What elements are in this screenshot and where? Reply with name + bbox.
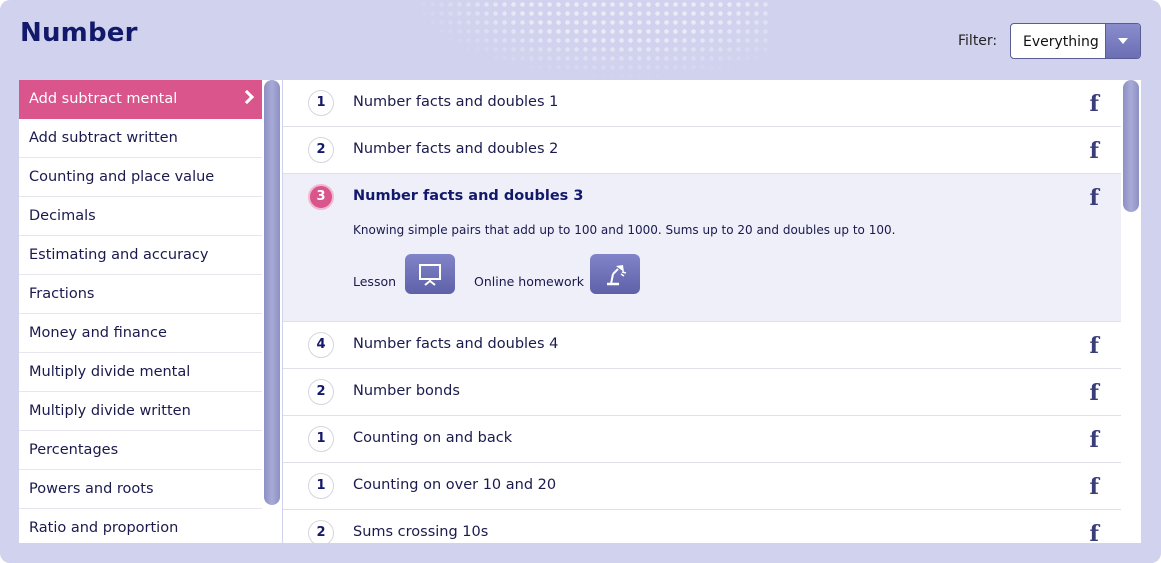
chevron-down-icon[interactable]: [1105, 24, 1140, 58]
sidebar-item-percentages[interactable]: Percentages: [19, 431, 262, 470]
list-item[interactable]: 2 Sums crossing 10s f: [283, 510, 1121, 543]
list-item-title: Number facts and doubles 1: [353, 94, 559, 110]
facebook-icon[interactable]: f: [1090, 185, 1099, 211]
sidebar-item-ratio-proportion[interactable]: Ratio and proportion: [19, 509, 262, 543]
level-badge: 1: [308, 90, 334, 116]
facebook-icon[interactable]: f: [1090, 91, 1099, 117]
sidebar-item-label: Multiply divide written: [29, 403, 191, 419]
sidebar-item-label: Counting and place value: [29, 169, 215, 185]
sidebar-item-add-subtract-written[interactable]: Add subtract written: [19, 119, 262, 158]
sidebar-item-decimals[interactable]: Decimals: [19, 197, 262, 236]
list-item[interactable]: 2 Number bonds f: [283, 369, 1121, 416]
list-item[interactable]: 1 Counting on over 10 and 20 f: [283, 463, 1121, 510]
sidebar-item-label: Multiply divide mental: [29, 364, 191, 380]
facebook-icon[interactable]: f: [1090, 521, 1099, 543]
app-frame: Number Filter: Everything Add subtract m…: [0, 0, 1161, 563]
sidebar-item-label: Percentages: [29, 442, 119, 458]
sidebar-item-label: Fractions: [29, 286, 95, 302]
level-badge: 1: [308, 473, 334, 499]
sidebar-item-multiply-divide-mental[interactable]: Multiply divide mental: [19, 353, 262, 392]
filter-label: Filter:: [958, 33, 998, 49]
list-item[interactable]: 2 Number facts and doubles 2 f: [283, 127, 1121, 174]
list-item-title: Number facts and doubles 2: [353, 141, 559, 157]
desk-lamp-icon: [607, 265, 627, 286]
filter-selected-value: Everything: [1023, 34, 1099, 50]
filter-dropdown[interactable]: Everything: [1010, 23, 1141, 59]
sidebar-item-counting-place-value[interactable]: Counting and place value: [19, 158, 262, 197]
lesson-button[interactable]: [405, 254, 455, 294]
list-item-title: Counting on over 10 and 20: [353, 477, 557, 493]
sidebar-item-label: Decimals: [29, 208, 96, 224]
list-item[interactable]: 1 Counting on and back f: [283, 416, 1121, 463]
list-item-title: Sums crossing 10s: [353, 524, 489, 540]
homework-label: Online homework: [474, 274, 584, 289]
sidebar-item-powers-roots[interactable]: Powers and roots: [19, 470, 262, 509]
level-badge: 4: [308, 332, 334, 358]
list-item[interactable]: 1 Number facts and doubles 1 f: [283, 80, 1121, 127]
facebook-icon[interactable]: f: [1090, 474, 1099, 500]
sidebar-item-label: Add subtract mental: [29, 91, 178, 107]
page-title: Number: [20, 18, 138, 48]
list-item-description: Knowing simple pairs that add up to 100 …: [353, 223, 896, 237]
level-badge: 2: [308, 137, 334, 163]
level-badge: 3: [308, 184, 334, 210]
lesson-label: Lesson: [353, 274, 397, 289]
sidebar-item-label: Money and finance: [29, 325, 167, 341]
list-item[interactable]: 4 Number facts and doubles 4 f: [283, 322, 1121, 369]
sidebar-item-label: Ratio and proportion: [29, 520, 179, 536]
list-item-title: Number bonds: [353, 383, 460, 399]
list-item-title: Number facts and doubles 4: [353, 336, 559, 352]
sidebar-scrollbar-thumb[interactable]: [264, 80, 280, 505]
list-item-expanded[interactable]: 3 Number facts and doubles 3 f Knowing s…: [283, 174, 1121, 322]
sidebar-item-money-finance[interactable]: Money and finance: [19, 314, 262, 353]
decorative-dot-pattern: [410, 0, 770, 80]
sidebar-item-multiply-divide-written[interactable]: Multiply divide written: [19, 392, 262, 431]
facebook-icon[interactable]: f: [1090, 333, 1099, 359]
sidebar-item-label: Estimating and accuracy: [29, 247, 209, 263]
facebook-icon[interactable]: f: [1090, 138, 1099, 164]
level-badge: 2: [308, 520, 334, 543]
sidebar-item-label: Add subtract written: [29, 130, 178, 146]
sidebar-item-fractions[interactable]: Fractions: [19, 275, 262, 314]
list-item-title: Counting on and back: [353, 430, 513, 446]
topic-sidebar: Add subtract mental Add subtract written…: [19, 80, 262, 543]
facebook-icon[interactable]: f: [1090, 427, 1099, 453]
facebook-icon[interactable]: f: [1090, 380, 1099, 406]
online-homework-button[interactable]: [590, 254, 640, 294]
sidebar-item-add-subtract-mental[interactable]: Add subtract mental: [19, 80, 262, 119]
chevron-right-icon: [239, 89, 255, 105]
level-badge: 2: [308, 379, 334, 405]
level-badge: 1: [308, 426, 334, 452]
presentation-board-icon: [419, 264, 441, 286]
list-item-title: Number facts and doubles 3: [353, 188, 584, 204]
list-scrollbar-thumb[interactable]: [1123, 80, 1139, 212]
sidebar-item-label: Powers and roots: [29, 481, 154, 497]
lesson-list: 1 Number facts and doubles 1 f 2 Number …: [283, 80, 1121, 543]
sidebar-item-estimating-accuracy[interactable]: Estimating and accuracy: [19, 236, 262, 275]
